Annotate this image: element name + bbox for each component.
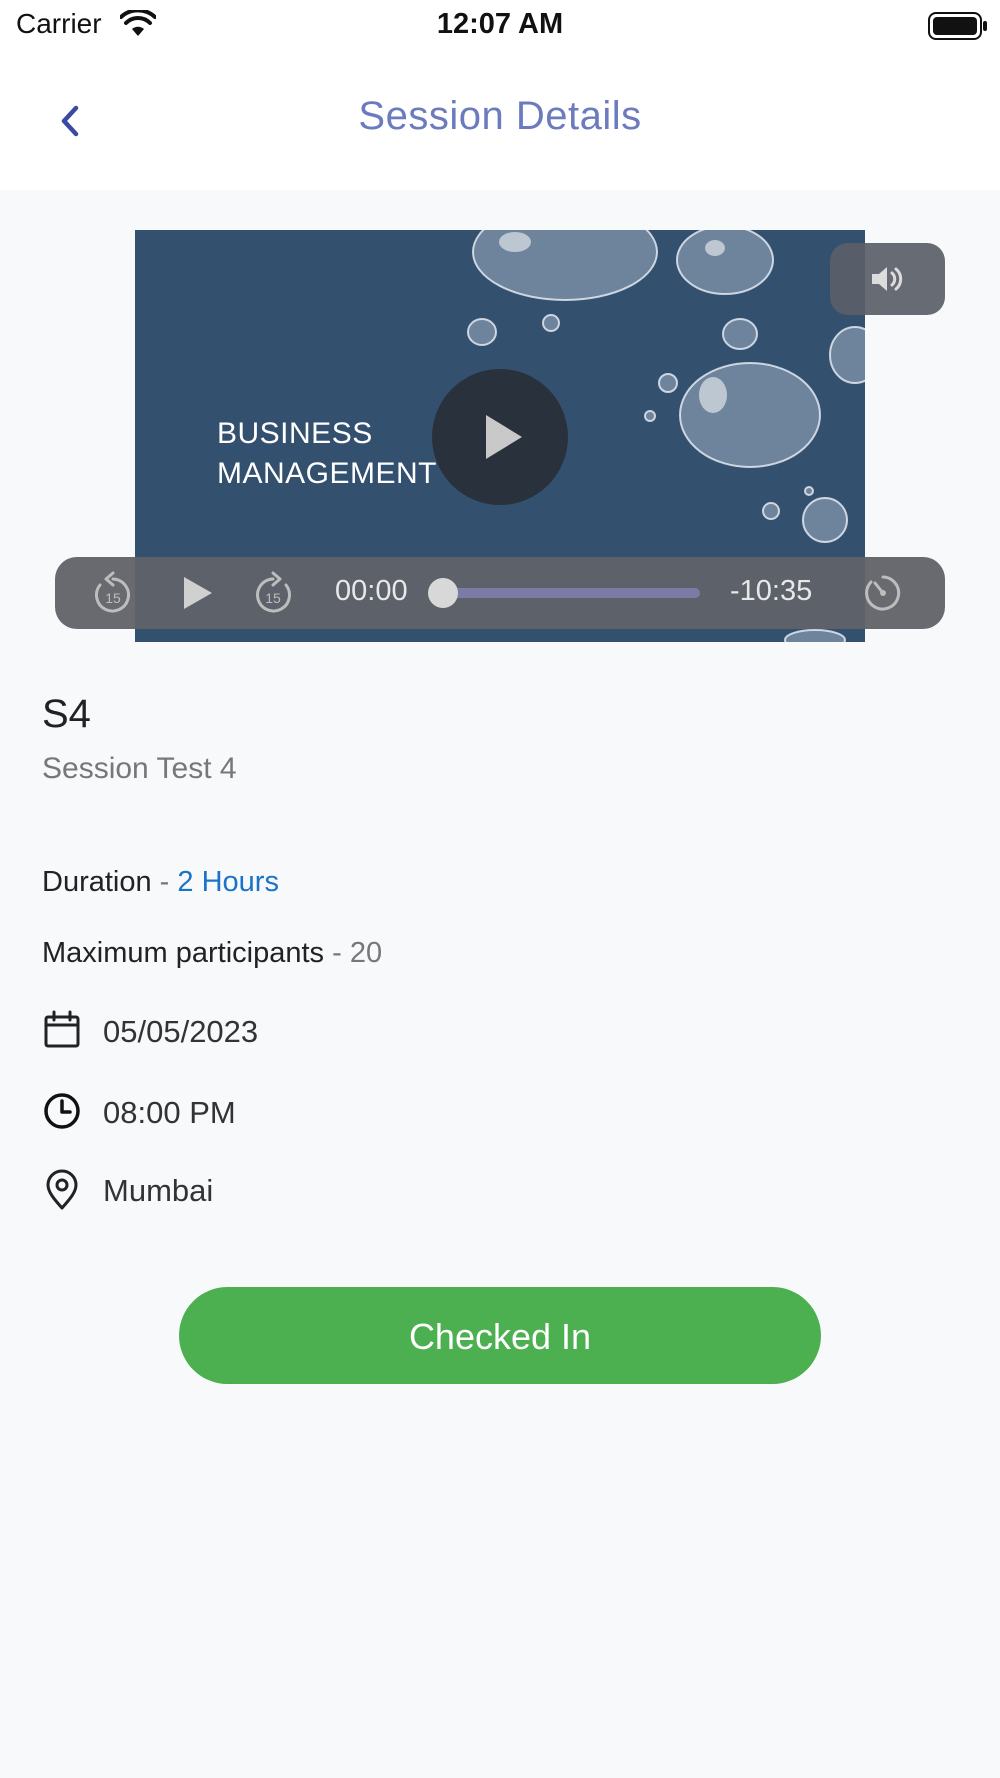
svg-text:15: 15 <box>105 590 121 606</box>
participants-label: Maximum participants <box>42 937 325 969</box>
video-thumbnail-line2: MANAGEMENT <box>217 457 438 490</box>
session-date: 05/05/2023 <box>103 1014 259 1049</box>
checked-in-button[interactable]: Checked In <box>179 1287 821 1384</box>
participants-value: 20 <box>349 937 383 969</box>
play-icon[interactable] <box>182 575 214 616</box>
play-overlay-button[interactable] <box>432 369 568 505</box>
current-time: 00:00 <box>335 575 408 607</box>
participants-row: Maximum participants - 20 <box>42 937 382 970</box>
status-time: 12:07 AM <box>436 8 564 40</box>
progress-knob[interactable] <box>428 578 458 608</box>
duration-label: Duration <box>42 866 152 898</box>
svg-text:15: 15 <box>265 590 281 606</box>
video-controls: 15 15 00:00 -10:35 <box>55 557 945 629</box>
battery-icon <box>928 12 988 45</box>
session-time: 08:00 PM <box>103 1095 236 1130</box>
playback-speed-icon[interactable] <box>863 573 903 618</box>
duration-separator: - <box>151 866 178 898</box>
remaining-time: -10:35 <box>730 575 813 607</box>
duration-row: Duration - 2 Hours <box>42 866 279 899</box>
video-thumbnail-text: BUSINESS MANAGEMENT <box>217 414 437 494</box>
progress-track[interactable] <box>440 588 700 598</box>
volume-button[interactable] <box>830 243 945 315</box>
navigation-bar: Session Details <box>0 52 1000 190</box>
session-name: Session Test 4 <box>42 752 237 785</box>
participants-separator: - <box>324 937 350 969</box>
video-thumbnail-line1: BUSINESS <box>217 417 373 450</box>
session-location: Mumbai <box>103 1173 214 1208</box>
forward-15-icon[interactable]: 15 <box>252 571 294 620</box>
rewind-15-icon[interactable]: 15 <box>92 571 134 620</box>
status-bar: Carrier 12:07 AM <box>0 0 1000 52</box>
duration-value: 2 Hours <box>177 866 279 898</box>
page-title: Session Details <box>358 94 642 138</box>
session-code: S4 <box>42 692 91 736</box>
